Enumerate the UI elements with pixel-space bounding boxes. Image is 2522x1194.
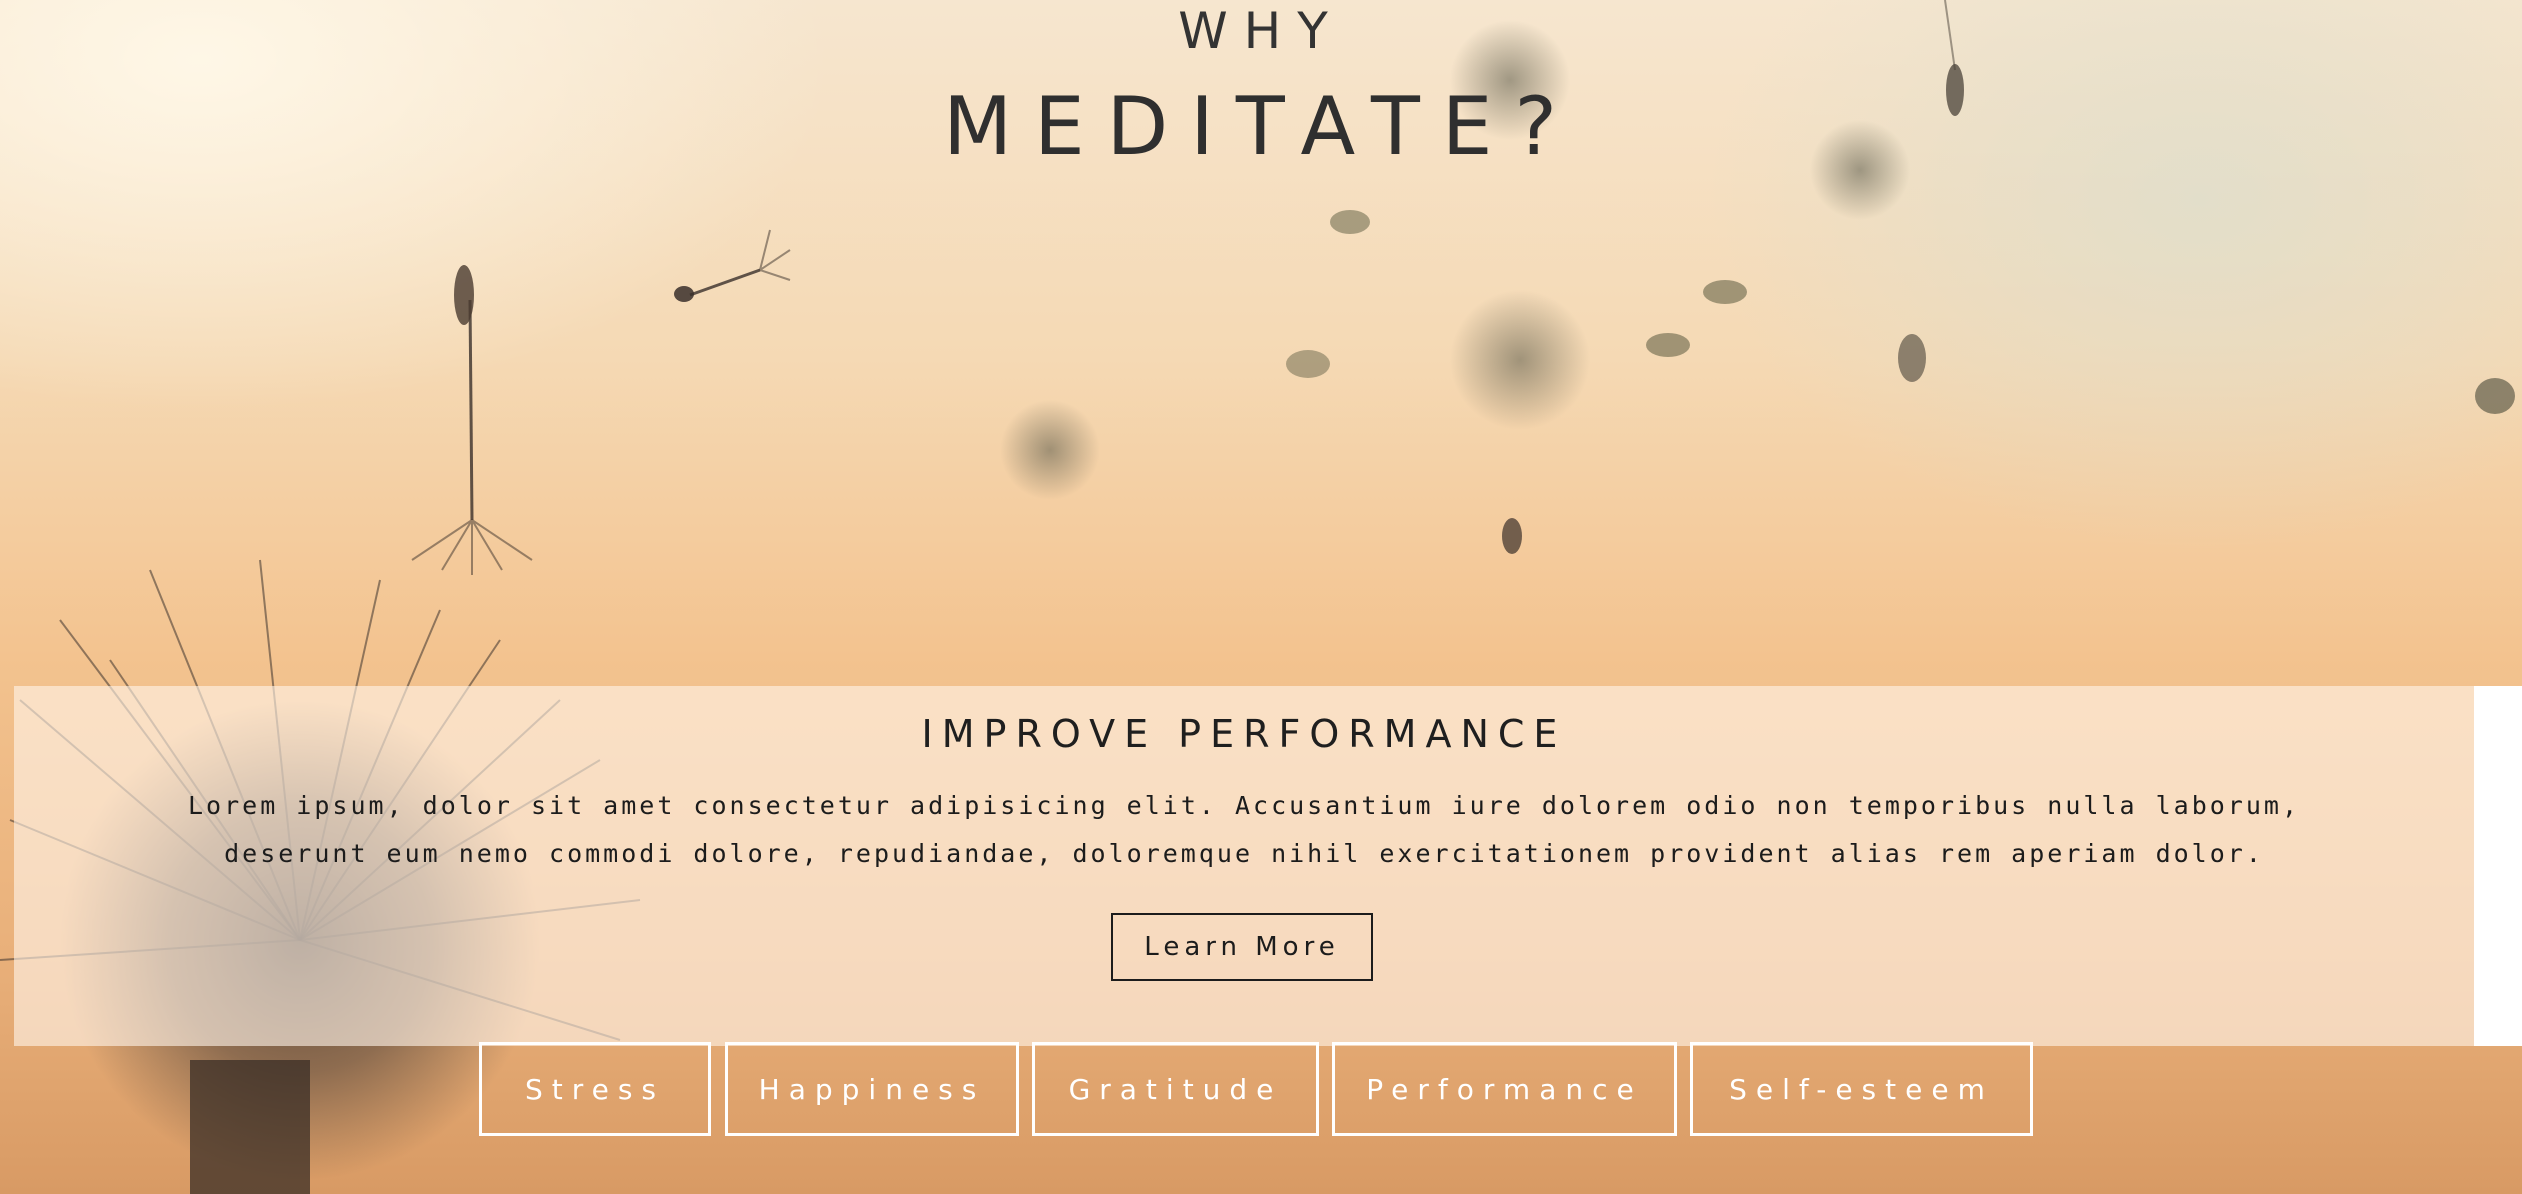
hero-title-meditate: MEDITATE? <box>943 80 1579 173</box>
tab-gratitude[interactable]: Gratitude <box>1032 1042 1319 1136</box>
learn-more-button[interactable]: Learn More <box>1111 913 1373 981</box>
tab-performance[interactable]: Performance <box>1332 1042 1677 1136</box>
tab-happiness[interactable]: Happiness <box>725 1042 1019 1136</box>
tab-self-esteem[interactable]: Self-esteem <box>1690 1042 2033 1136</box>
topic-tabs: Stress Happiness Gratitude Performance S… <box>0 1042 2522 1136</box>
panel-edge-strip <box>2474 686 2522 1046</box>
tab-stress[interactable]: Stress <box>479 1042 711 1136</box>
section-body-text: Lorem ipsum, dolor sit amet consectetur … <box>188 791 2300 868</box>
hero-title-why: WHY <box>1178 2 1344 60</box>
content-panel: IMPROVE PERFORMANCE Lorem ipsum, dolor s… <box>14 686 2474 1046</box>
section-heading: IMPROVE PERFORMANCE <box>921 712 1567 756</box>
